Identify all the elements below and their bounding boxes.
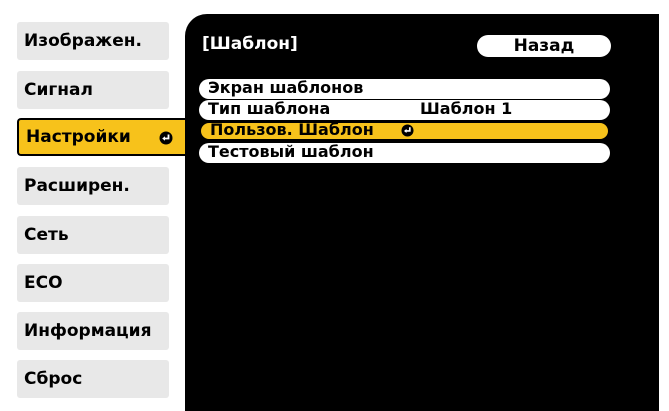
sidebar-item-label: Сигнал [24,80,93,100]
sidebar-item-eco[interactable]: ECO [17,264,169,302]
sidebar-item-label: Сеть [24,225,69,245]
menu-item-label: Тестовый шаблон [208,142,374,161]
sidebar-item-info[interactable]: Информация [17,312,169,350]
sidebar-item-signal[interactable]: Сигнал [17,71,169,109]
projector-menu: Изображен. Сигнал Настройки Расширен. Се… [0,0,669,411]
sidebar-item-reset[interactable]: Сброс [17,360,169,398]
menu-item-pattern-display[interactable]: Экран шаблонов [199,78,610,99]
page-title: [Шаблон] [202,34,298,54]
menu-item-user-pattern[interactable]: Пользов. Шаблон [199,120,610,141]
sidebar-item-image[interactable]: Изображен. [17,22,169,60]
back-button[interactable]: Назад [477,35,611,57]
sidebar-item-label: Информация [24,321,152,341]
frame-edge [659,14,669,411]
sidebar-item-settings[interactable]: Настройки [17,118,185,156]
menu-item-pattern-type[interactable]: Тип шаблона Шаблон 1 [199,99,610,120]
sidebar-item-label: ECO [24,273,63,293]
menu-item-label: Тип шаблона [208,99,331,118]
enter-icon [159,131,173,145]
sidebar-item-label: Расширен. [24,176,130,196]
menu-item-value: Шаблон 1 [420,99,513,118]
menu-item-test-pattern[interactable]: Тестовый шаблон [199,142,610,163]
enter-icon [401,124,414,137]
sidebar-item-extended[interactable]: Расширен. [17,167,169,205]
main-panel: [Шаблон] Назад Экран шаблонов Тип шаблон… [185,14,659,411]
sidebar-item-network[interactable]: Сеть [17,216,169,254]
sidebar-item-label: Сброс [24,369,83,389]
sidebar-item-label: Изображен. [24,31,142,51]
sidebar-item-label: Настройки [26,127,131,147]
sidebar: Изображен. Сигнал Настройки Расширен. Се… [0,0,185,411]
menu-item-label: Пользов. Шаблон [210,120,374,139]
menu-item-label: Экран шаблонов [208,78,364,97]
